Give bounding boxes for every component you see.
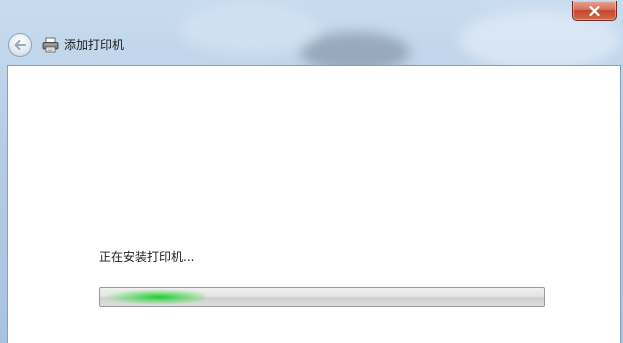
close-icon (589, 5, 600, 16)
close-button[interactable] (572, 1, 617, 21)
printer-icon (42, 37, 59, 53)
back-arrow-icon (14, 40, 26, 50)
back-button[interactable] (8, 33, 32, 57)
wizard-content: 正在安装打印机... (7, 65, 621, 343)
navigation-bar: 添加打印机 (0, 29, 623, 63)
installing-status-text: 正在安装打印机... (99, 250, 195, 264)
progress-marquee-glow (104, 289, 204, 305)
add-printer-window: 添加打印机 正在安装打印机... (0, 0, 623, 343)
install-progress-bar (99, 287, 545, 307)
page-title: 添加打印机 (64, 38, 125, 52)
